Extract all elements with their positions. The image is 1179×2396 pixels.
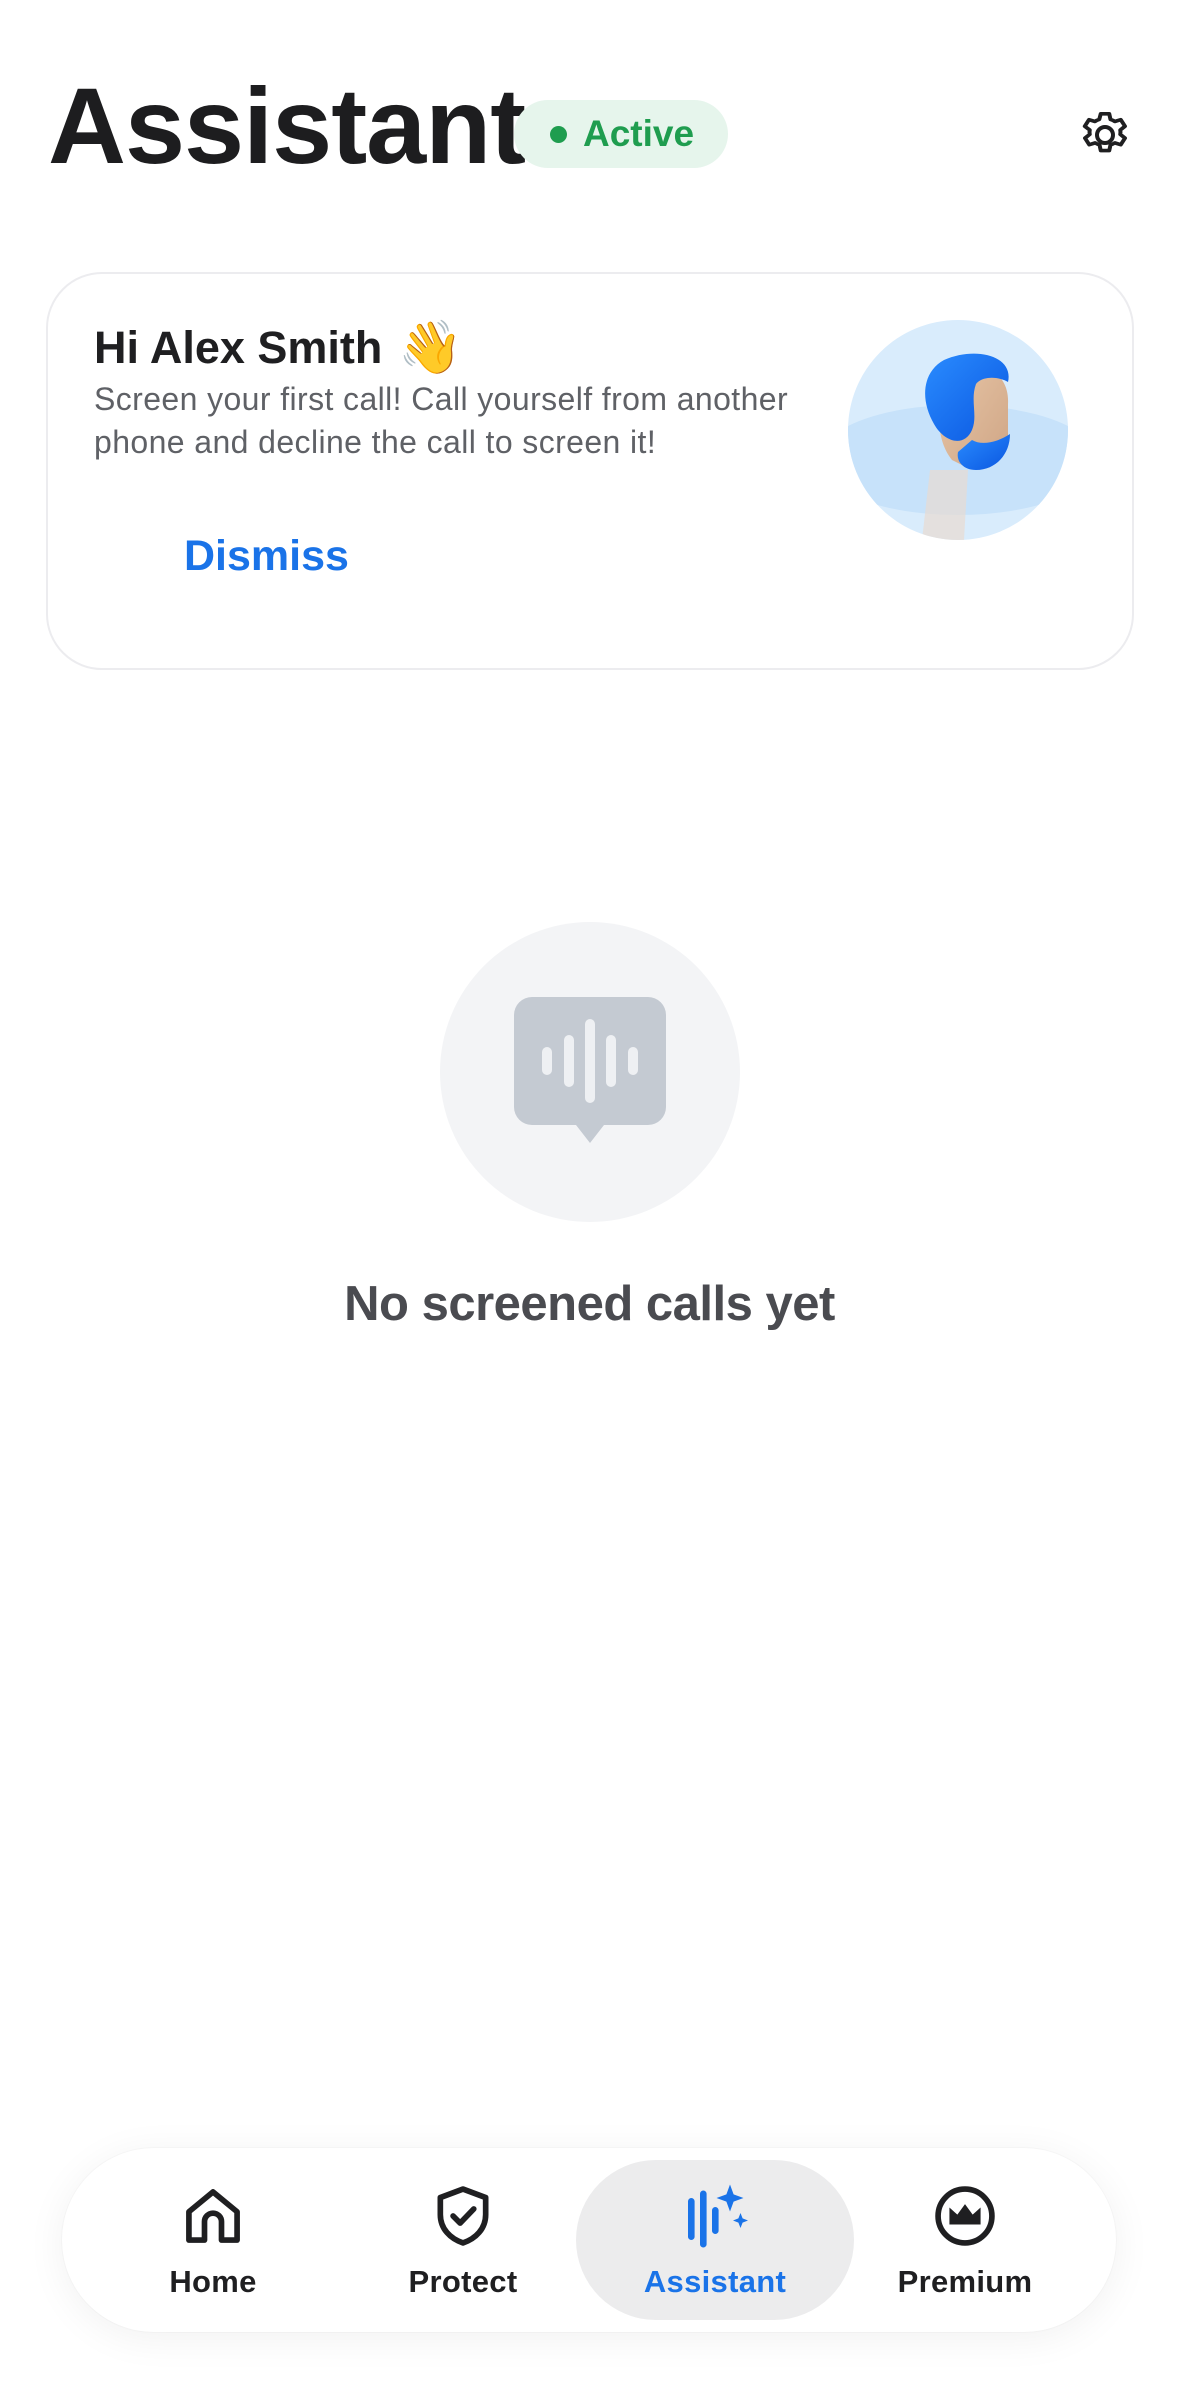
shield-check-icon <box>437 2186 489 2246</box>
voice-message-icon <box>514 997 666 1143</box>
status-badge: Active <box>514 100 729 168</box>
empty-state-illustration <box>440 922 740 1222</box>
gear-icon <box>1082 112 1127 153</box>
status-dot <box>550 125 567 143</box>
nav-label-premium: Premium <box>897 2264 1033 2299</box>
card-greeting: Hi Alex Smith 👋 <box>94 322 463 374</box>
crown-icon <box>935 2186 995 2246</box>
nav-label-assistant: Assistant <box>643 2264 787 2299</box>
nav-label-protect: Protect <box>408 2264 518 2299</box>
assistant-waveform-icon <box>688 2184 748 2248</box>
status-text: Active <box>583 113 695 154</box>
waving-hand-icon: 👋 <box>398 319 464 377</box>
nav-home[interactable]: Home <box>74 2160 352 2320</box>
dismiss-button[interactable]: Dismiss <box>184 532 349 581</box>
card-message: Screen your first call! Call yourself fr… <box>94 381 789 460</box>
assistant-avatar <box>848 320 1068 540</box>
empty-state-text: No screened calls yet <box>344 1277 835 1331</box>
nav-premium[interactable]: Premium <box>826 2160 1104 2320</box>
bottom-nav: Home Protect Assistant Premium <box>62 2148 1116 2332</box>
nav-label-home: Home <box>169 2264 257 2299</box>
nav-assistant[interactable]: Assistant <box>576 2160 854 2320</box>
page-title: Assistant <box>48 65 526 186</box>
assistant-screen: Assistant Active Hi Alex Smith 👋 Screen … <box>0 0 1179 2396</box>
nav-protect[interactable]: Protect <box>324 2160 602 2320</box>
settings-button[interactable] <box>1070 100 1140 170</box>
assistant-avatar-illustration-icon <box>848 353 1068 540</box>
home-icon <box>186 2189 240 2243</box>
welcome-card: Hi Alex Smith 👋 Screen your first call! … <box>46 272 1134 670</box>
greeting-text: Hi Alex Smith <box>94 322 383 373</box>
